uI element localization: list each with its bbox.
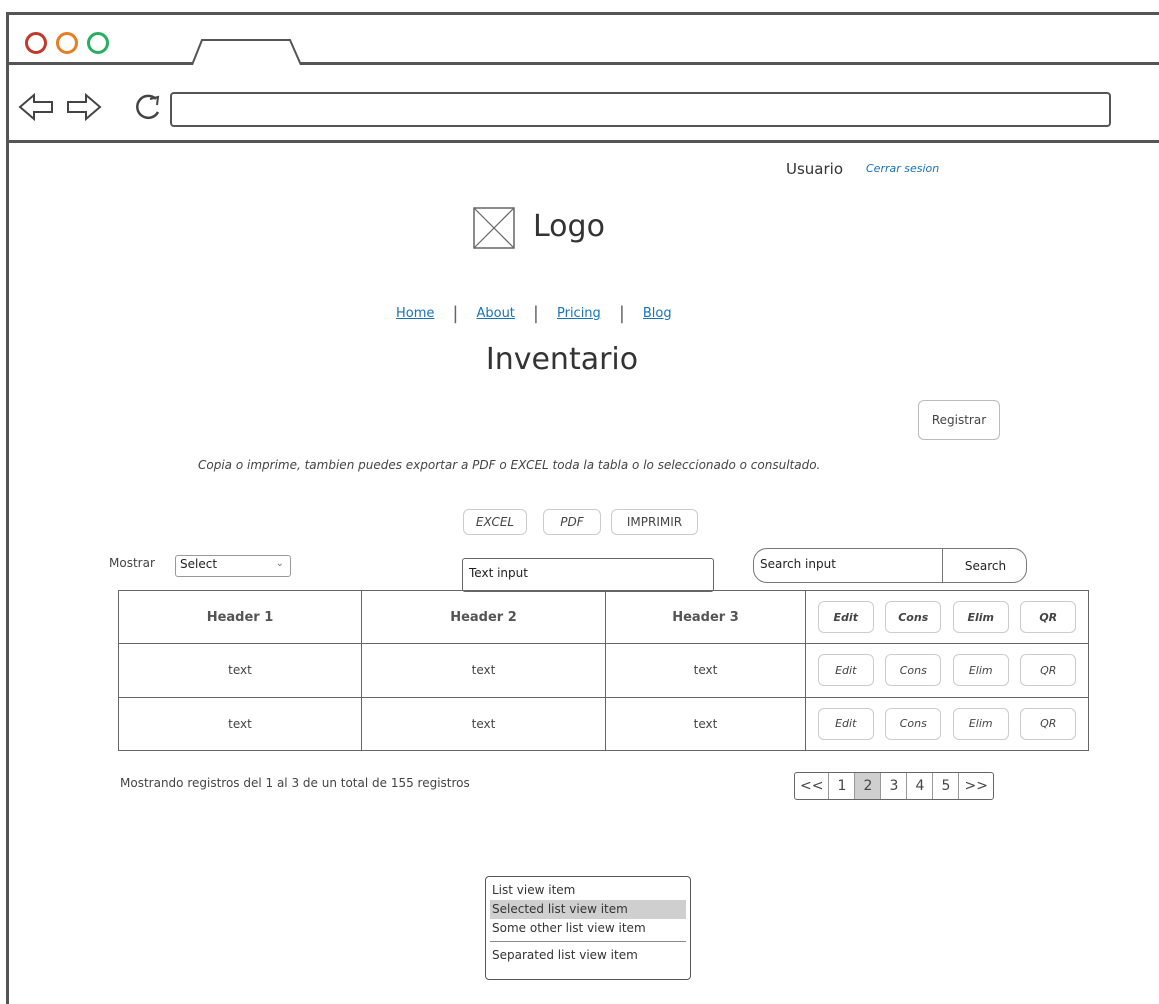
column-header[interactable]: Header 1	[118, 589, 362, 645]
column-header[interactable]: Header 3	[605, 589, 806, 645]
list-view: List view item Selected list view item S…	[485, 876, 691, 980]
page-button-active[interactable]: 2	[855, 773, 882, 799]
minimize-window-button[interactable]	[56, 32, 78, 54]
show-entries-label: Mostrar	[109, 556, 155, 570]
table-cell: text	[361, 643, 606, 698]
table-cell: text	[361, 696, 606, 752]
window-frame	[6, 12, 1159, 1004]
print-button[interactable]: IMPRIMIR	[611, 509, 698, 535]
table-cell: text	[605, 696, 806, 752]
actions-cell: Edit Cons Elim QR	[805, 696, 1089, 752]
export-pdf-button[interactable]: PDF	[543, 509, 601, 535]
edit-button[interactable]: Edit	[817, 601, 874, 634]
logo-text: Logo	[533, 209, 605, 244]
select-value: Select	[180, 557, 218, 571]
forward-arrow-icon[interactable]	[64, 90, 104, 124]
export-excel-button[interactable]: EXCEL	[463, 509, 527, 535]
export-info-text: Copia o imprime, tambien puedes exportar…	[198, 458, 821, 472]
show-entries-select[interactable]: Select ⌄	[175, 555, 291, 577]
maximize-window-button[interactable]	[87, 32, 109, 54]
column-header[interactable]: Header 2	[361, 589, 606, 645]
records-summary: Mostrando registros del 1 al 3 de un tot…	[120, 776, 470, 790]
actions-cell: Edit Cons Elim QR	[805, 643, 1089, 698]
actions-cell: Edit Cons Elim QR	[805, 589, 1089, 645]
nav-separator: |	[618, 302, 625, 324]
register-button[interactable]: Registrar	[918, 400, 1000, 440]
nav-link-about[interactable]: About	[476, 306, 514, 321]
back-arrow-icon[interactable]	[16, 90, 56, 124]
nav-link-home[interactable]: Home	[396, 306, 434, 321]
close-window-button[interactable]	[25, 32, 47, 54]
last-page-button[interactable]: >>	[959, 773, 992, 799]
chevron-down-icon: ⌄	[275, 558, 284, 569]
delete-button[interactable]: Elim	[952, 707, 1009, 740]
nav-separator: |	[532, 302, 539, 324]
qr-button[interactable]: QR	[1020, 707, 1077, 740]
list-divider	[490, 941, 686, 942]
page-button[interactable]: 4	[907, 773, 934, 799]
inventory-table: Header 1 Header 2 Header 3 Edit Cons Eli…	[118, 589, 1089, 752]
reload-icon[interactable]	[130, 90, 166, 126]
delete-button[interactable]: Elim	[952, 601, 1009, 634]
text-input[interactable]: Text input	[462, 558, 714, 592]
nav-link-pricing[interactable]: Pricing	[557, 306, 601, 321]
list-item[interactable]: Some other list view item	[490, 919, 686, 938]
list-item[interactable]: List view item	[490, 881, 686, 900]
table-cell: text	[605, 643, 806, 698]
page-button[interactable]: 1	[829, 773, 856, 799]
qr-button[interactable]: QR	[1020, 654, 1077, 687]
page-button[interactable]: 3	[881, 773, 908, 799]
nav-separator: |	[452, 302, 459, 324]
list-item-separated[interactable]: Separated list view item	[490, 946, 686, 965]
search-input[interactable]: Search input	[754, 549, 943, 582]
table-row: text text text Edit Cons Elim QR	[118, 696, 1089, 752]
edit-button[interactable]: Edit	[817, 707, 874, 740]
logout-link[interactable]: Cerrar sesion	[866, 162, 939, 175]
consult-button[interactable]: Cons	[885, 654, 942, 687]
consult-button[interactable]: Cons	[885, 601, 942, 634]
user-label: Usuario	[786, 160, 844, 178]
search-group: Search input Search	[753, 548, 1027, 583]
edit-button[interactable]: Edit	[817, 654, 874, 687]
search-button[interactable]: Search	[942, 549, 1026, 582]
table-row: text text text Edit Cons Elim QR	[118, 643, 1089, 698]
pagination: << 1 2 3 4 5 >>	[794, 772, 994, 800]
consult-button[interactable]: Cons	[885, 707, 942, 740]
first-page-button[interactable]: <<	[795, 773, 830, 799]
table-cell: text	[118, 696, 362, 752]
browser-tab[interactable]	[190, 38, 302, 65]
browser-window: Usuario Cerrar sesion Logo Home | About …	[0, 0, 1159, 1004]
logo-image-icon	[473, 207, 515, 249]
page-button[interactable]: 5	[933, 773, 960, 799]
table-header-row: Header 1 Header 2 Header 3 Edit Cons Eli…	[118, 589, 1089, 645]
tab-bar	[6, 12, 1159, 65]
qr-button[interactable]: QR	[1020, 601, 1077, 634]
delete-button[interactable]: Elim	[952, 654, 1009, 687]
list-item-selected[interactable]: Selected list view item	[490, 900, 686, 919]
main-nav: Home | About | Pricing | Blog	[396, 300, 672, 326]
page-title: Inventario	[485, 342, 639, 377]
nav-link-blog[interactable]: Blog	[643, 306, 672, 321]
url-input[interactable]	[170, 92, 1111, 127]
table-cell: text	[118, 643, 362, 698]
